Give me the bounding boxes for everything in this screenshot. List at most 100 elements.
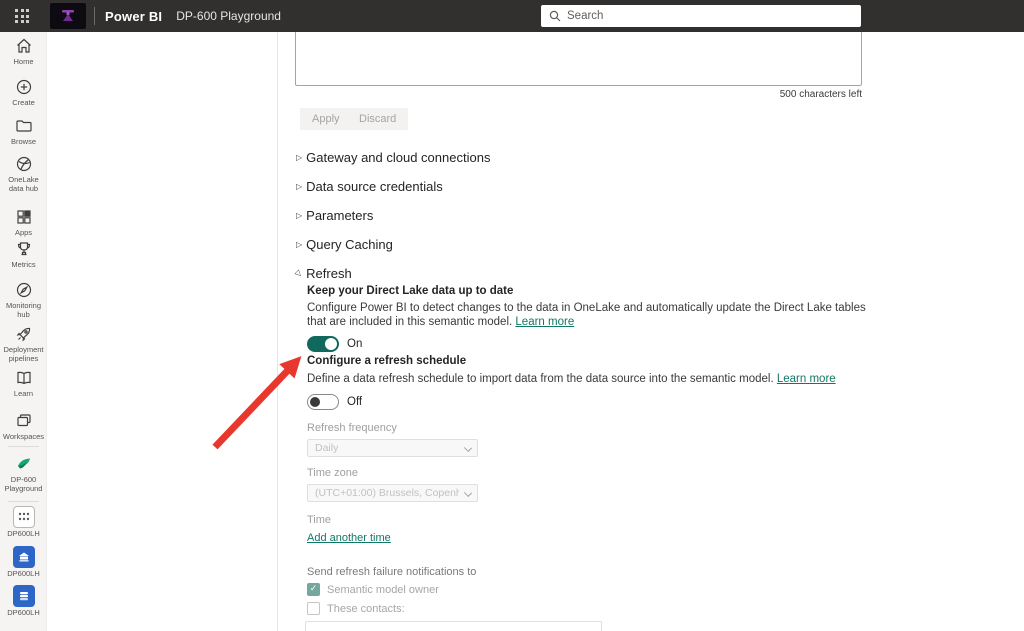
sidebar-item-monitoring-hub[interactable]: Monitoring hub [0, 280, 47, 319]
nav-label: DP-600 Playground [4, 475, 43, 493]
workspace-green-icon [14, 454, 34, 474]
sidebar-item-home[interactable]: Home [0, 36, 47, 66]
nav-label: Monitoring hub [5, 301, 42, 319]
sidebar-item-dp600lh-lakehouse[interactable]: DP600LH [0, 546, 47, 578]
section-parameters[interactable]: ▷ Parameters [296, 207, 373, 223]
chevron-right-icon: ▷ [296, 152, 303, 162]
nav-label: DP600LH [7, 608, 40, 617]
create-icon [14, 77, 34, 97]
semantic-model-icon [12, 506, 35, 528]
sidebar-item-dp600lh-endpoint[interactable]: DP600LH [0, 585, 47, 617]
chevron-down-icon [463, 443, 473, 453]
search-placeholder: Search [567, 10, 604, 22]
checkbox-semantic-model-owner[interactable]: ✓ Semantic model owner [307, 583, 439, 596]
time-label: Time [307, 514, 332, 526]
chevron-right-icon: ▷ [296, 210, 303, 220]
apply-button[interactable]: Apply [300, 108, 352, 130]
sidebar-item-workspace-dp600-playground[interactable]: DP-600 Playground [0, 454, 47, 493]
pane-divider [277, 32, 278, 631]
chevron-down-icon [463, 488, 473, 498]
learn-book-icon [14, 368, 34, 388]
sql-endpoint-icon [12, 585, 35, 607]
checkbox-checked-icon: ✓ [307, 583, 320, 596]
nav-label: Learn [13, 389, 34, 398]
chevron-expanded-icon: ▷ [293, 267, 305, 279]
nav-label: Metrics [11, 260, 36, 269]
nav-label: DP600LH [7, 569, 40, 578]
topbar-separator [94, 7, 95, 25]
org-logo-image [62, 10, 74, 21]
contacts-people-picker[interactable] [305, 621, 602, 631]
metrics-trophy-icon [14, 239, 34, 259]
apps-icon [14, 207, 34, 227]
nav-label: Home [13, 57, 34, 66]
refresh-frequency-value: Daily [315, 442, 339, 454]
add-another-time-link[interactable]: Add another time [307, 532, 391, 544]
section-label: Gateway and cloud connections [306, 149, 491, 165]
discard-button[interactable]: Discard [347, 108, 409, 130]
app-brand: Power BI [105, 8, 163, 24]
direct-lake-heading: Keep your Direct Lake data up to date [307, 285, 514, 297]
schedule-description: Define a data refresh schedule to import… [307, 373, 867, 387]
checkbox-these-contacts[interactable]: These contacts: [307, 602, 405, 615]
nav-label: DP600LH [7, 529, 40, 538]
nav-label: Deployment pipelines [3, 345, 44, 363]
character-counter: 500 characters left [779, 89, 862, 100]
direct-lake-learn-more-link[interactable]: Learn more [515, 316, 574, 328]
sidebar-item-workspaces[interactable]: Workspaces [0, 411, 47, 441]
nav-label: Apps [14, 228, 33, 237]
monitoring-hub-icon [14, 280, 34, 300]
direct-lake-toggle-label: On [347, 338, 363, 350]
search-icon [549, 10, 561, 22]
sidebar-item-onelake-data-hub[interactable]: OneLake data hub [0, 154, 47, 193]
section-query-caching[interactable]: ▷ Query Caching [296, 236, 393, 252]
nav-label: OneLake data hub [8, 175, 39, 193]
workspace-name: DP-600 Playground [176, 9, 281, 23]
section-data-source-credentials[interactable]: ▷ Data source credentials [296, 178, 443, 194]
home-icon [14, 36, 34, 56]
section-refresh[interactable]: ▷ Refresh [293, 265, 352, 281]
onelake-icon [14, 154, 34, 174]
section-label: Data source credentials [306, 178, 443, 194]
schedule-learn-more-link[interactable]: Learn more [777, 373, 836, 385]
sidebar-item-create[interactable]: Create [0, 77, 47, 107]
timezone-value: (UTC+01:00) Brussels, Copenhagen, M [315, 487, 459, 499]
sidebar-item-deployment-pipelines[interactable]: Deployment pipelines [0, 324, 47, 363]
org-logo[interactable] [50, 3, 86, 29]
checkbox-label: These contacts: [327, 602, 405, 615]
schedule-toggle-label: Off [347, 396, 363, 408]
refresh-frequency-label: Refresh frequency [307, 422, 397, 434]
lakehouse-icon [12, 546, 35, 568]
direct-lake-toggle[interactable] [307, 336, 339, 352]
waffle-icon [15, 9, 29, 23]
sidebar-item-metrics[interactable]: Metrics [0, 239, 47, 269]
timezone-label: Time zone [307, 467, 358, 479]
chevron-right-icon: ▷ [296, 239, 303, 249]
top-app-bar: Power BI DP-600 Playground Search [0, 0, 1024, 32]
app-launcher-button[interactable] [6, 0, 38, 32]
sidebar-item-browse[interactable]: Browse [0, 116, 47, 146]
schedule-toggle[interactable] [307, 394, 339, 410]
deployment-pipelines-rocket-icon [14, 324, 34, 344]
schedule-description-text: Define a data refresh schedule to import… [307, 373, 774, 385]
global-search-input[interactable]: Search [541, 5, 861, 27]
sidebar-item-learn[interactable]: Learn [0, 368, 47, 398]
nav-label: Create [12, 98, 35, 107]
section-label: Query Caching [306, 236, 393, 252]
chevron-right-icon: ▷ [296, 181, 303, 191]
section-label: Parameters [306, 207, 374, 223]
section-gateway-connections[interactable]: ▷ Gateway and cloud connections [296, 149, 490, 165]
timezone-dropdown[interactable]: (UTC+01:00) Brussels, Copenhagen, M [307, 484, 478, 502]
workspaces-icon [14, 411, 34, 431]
powerbi-settings-page: Power BI DP-600 Playground Search Home C… [0, 0, 1024, 631]
nav-divider [8, 501, 39, 502]
left-nav-rail: Home Create Browse OneLake data hub Apps [0, 32, 47, 631]
nav-divider [8, 446, 39, 447]
sidebar-item-dp600lh-semantic-model[interactable]: DP600LH [0, 506, 47, 538]
sidebar-item-apps[interactable]: Apps [0, 207, 47, 237]
schedule-heading: Configure a refresh schedule [307, 355, 467, 367]
nav-label: Browse [10, 137, 36, 146]
direct-lake-description: Configure Power BI to detect changes to … [307, 302, 867, 329]
notify-label: Send refresh failure notifications to [307, 566, 477, 578]
refresh-frequency-dropdown[interactable]: Daily [307, 439, 478, 457]
